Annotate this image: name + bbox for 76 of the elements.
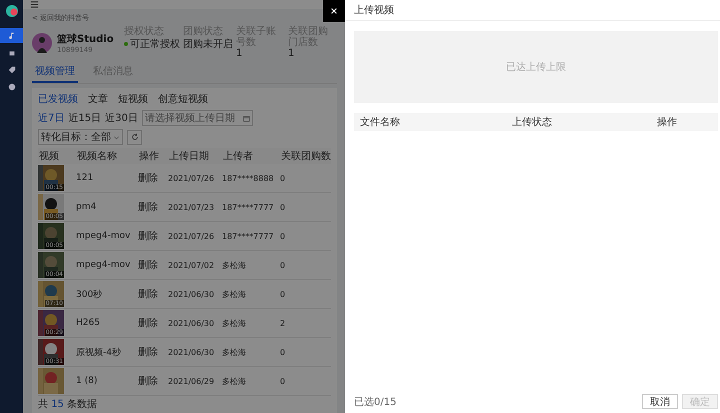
avatar bbox=[32, 32, 52, 52]
total-count: 共 15 条数据 bbox=[38, 399, 98, 410]
sidebar-item[interactable] bbox=[0, 28, 23, 43]
table-cell: pm4 bbox=[76, 192, 138, 222]
account-name: 篮球Studio bbox=[57, 32, 115, 46]
delete-link[interactable]: 删除 bbox=[138, 231, 158, 242]
delete-link[interactable]: 删除 bbox=[138, 202, 158, 213]
caret-icon bbox=[113, 134, 120, 140]
table-cell: 0 bbox=[280, 222, 331, 250]
table-cell: 187****7777 bbox=[222, 192, 280, 222]
selected-count: 已选0/15 bbox=[354, 396, 396, 408]
table-cell: 121 bbox=[76, 164, 138, 192]
info-icon bbox=[8, 82, 16, 90]
table-cell: mpeg4-mov bbox=[76, 222, 138, 250]
table-cell: 多松海 bbox=[222, 366, 280, 396]
delete-link[interactable]: 删除 bbox=[138, 347, 158, 358]
column-header: 文件名称 bbox=[360, 116, 401, 129]
bag-icon bbox=[8, 48, 16, 56]
field-value: 1 bbox=[236, 48, 242, 59]
column-header: 操作 bbox=[657, 116, 678, 129]
tag-icon bbox=[8, 66, 16, 74]
tab[interactable]: 视频管理 bbox=[32, 62, 78, 83]
close-icon bbox=[330, 7, 338, 15]
date-range-link[interactable]: 近15日 bbox=[68, 111, 102, 125]
table-cell: 0 bbox=[280, 250, 331, 280]
tab[interactable]: 已发视频 bbox=[38, 90, 78, 108]
tab[interactable]: 文章 bbox=[88, 90, 108, 108]
date-range-link[interactable]: 近30日 bbox=[105, 111, 138, 125]
table-cell: H265 bbox=[76, 308, 138, 338]
table-cell: 2021/07/26 bbox=[168, 222, 222, 250]
table-cell: 187****7777 bbox=[222, 222, 280, 250]
table-cell: 2021/06/30 bbox=[168, 338, 222, 366]
table-cell: 0 bbox=[280, 164, 331, 192]
field-value: 1 bbox=[288, 48, 294, 59]
music-note-icon bbox=[8, 32, 16, 40]
calendar-icon bbox=[242, 114, 250, 122]
field-value: 可正常授权 bbox=[130, 38, 180, 51]
table-cell: 0 bbox=[280, 338, 331, 366]
table-cell: 0 bbox=[280, 192, 331, 222]
delete-link[interactable]: 删除 bbox=[138, 376, 158, 387]
delete-link[interactable]: 删除 bbox=[138, 289, 158, 300]
delete-link[interactable]: 删除 bbox=[138, 173, 158, 184]
table-cell: 多松海 bbox=[222, 280, 280, 308]
date-field[interactable]: 请选择视频上传日期 bbox=[142, 110, 253, 126]
table-cell: 2021/07/23 bbox=[168, 192, 222, 222]
menu-icon[interactable] bbox=[30, 0, 39, 9]
table-cell: 2021/07/02 bbox=[168, 250, 222, 280]
table-cell: 2021/06/30 bbox=[168, 308, 222, 338]
table-cell: 2 bbox=[280, 308, 331, 338]
tab[interactable]: 创意短视频 bbox=[158, 90, 208, 108]
logo-icon bbox=[4, 4, 18, 18]
table-cell: 300秒 bbox=[76, 280, 138, 308]
refresh-icon bbox=[130, 133, 138, 141]
delete-link[interactable]: 删除 bbox=[138, 260, 158, 271]
refresh-button[interactable] bbox=[127, 130, 142, 144]
table-cell: 多松海 bbox=[222, 250, 280, 280]
target-select[interactable]: 转化目标：全部 bbox=[38, 129, 123, 145]
field-value: 团购未开启 bbox=[183, 38, 233, 51]
dialog-button[interactable]: 取消 bbox=[642, 394, 678, 409]
tab[interactable]: 短视频 bbox=[118, 90, 148, 108]
table-cell: 0 bbox=[280, 366, 331, 396]
column-header: 上传状态 bbox=[512, 116, 553, 129]
date-range-link[interactable]: 近7日 bbox=[38, 111, 64, 125]
table-cell: 0 bbox=[280, 280, 331, 308]
table-cell: 多松海 bbox=[222, 308, 280, 338]
table-cell: 2021/06/30 bbox=[168, 280, 222, 308]
table-cell: 原视频-4秒 bbox=[76, 338, 138, 366]
table-cell: 2021/06/29 bbox=[168, 366, 222, 396]
table-cell: 1 (8) bbox=[76, 366, 138, 396]
table-cell: 187****8888 bbox=[222, 164, 280, 192]
drawer-title: 上传视频 bbox=[354, 4, 394, 17]
table-cell: 2021/07/26 bbox=[168, 164, 222, 192]
close-button[interactable] bbox=[323, 0, 345, 22]
table-cell: mpeg4-mov bbox=[76, 250, 138, 280]
table-cell: 多松海 bbox=[222, 338, 280, 366]
delete-link[interactable]: 删除 bbox=[138, 318, 158, 329]
